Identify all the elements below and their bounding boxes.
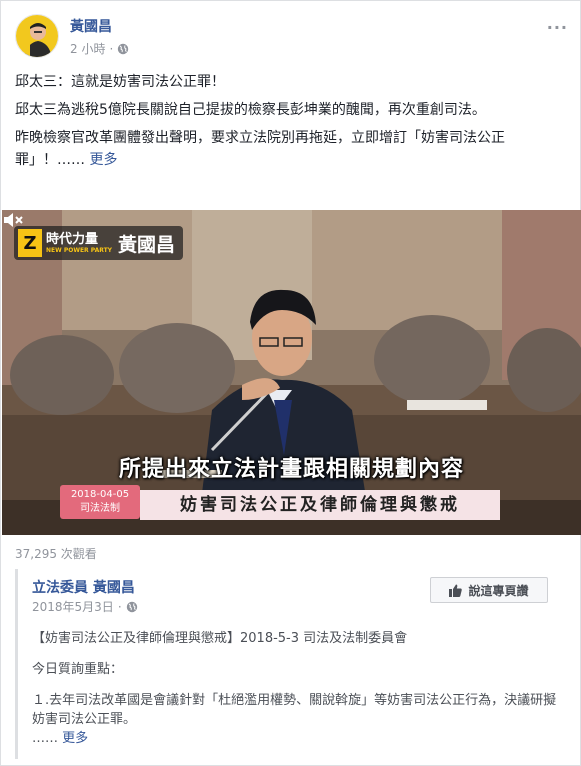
globe-icon	[118, 43, 129, 54]
post-paragraph: 邱太三為逃稅5億院長關說自己提拔的檢察長彭坤業的醜聞，再次重創司法。	[15, 102, 486, 118]
party-name-zh: 時代力量	[46, 231, 99, 247]
shared-paragraph: １.去年司法改革國是會議針對「杜絕濫用權勢、關說斡旋」等妨害司法公正行為，決議研…	[32, 693, 557, 727]
post-header: 黃國昌 2 小時 · ···	[15, 14, 568, 62]
post-author-name[interactable]: 黃國昌	[70, 16, 112, 36]
ellipsis: ……	[32, 731, 58, 746]
video-category: 司法法制	[80, 503, 120, 514]
shared-paragraph: 今日質詢重點：	[32, 662, 124, 677]
party-name-en: NEW POWER PARTY	[46, 246, 113, 254]
video-player[interactable]: Z 時代力量 NEW POWER PARTY 黃國昌 所提出來立法計畫跟相關規劃…	[2, 210, 581, 535]
shared-meta: 2018年5月3日 ·	[32, 598, 138, 615]
post-paragraph: 昨晚檢察官改革團體發出聲明，要求立法院別再拖延，立即增訂「妨害司法公正罪」！………	[15, 127, 560, 171]
post-paragraph: 邱太三：這就是妨害司法公正罪！	[15, 74, 225, 90]
facebook-post-card: 黃國昌 2 小時 · ··· 邱太三：這就是妨害司法公正罪！ 邱太三為逃稅5億院…	[0, 0, 581, 766]
post-body: 邱太三：這就是妨害司法公正罪！ 邱太三為逃稅5億院長關說自己提拔的檢察長彭坤業的…	[15, 71, 560, 177]
shared-paragraph: 【妨害司法公正及律師倫理與懲戒】2018-5-3 司法及法制委員會	[32, 631, 408, 646]
shared-page-name[interactable]: 立法委員 黃國昌	[32, 577, 135, 597]
video-subtitle: 所提出來立法計畫跟相關規劃內容	[118, 457, 464, 482]
thumbs-up-icon	[449, 584, 463, 597]
post-time[interactable]: 2 小時	[70, 40, 105, 57]
party-logo-icon: Z	[18, 229, 42, 257]
shared-date[interactable]: 2018年5月3日	[32, 598, 114, 615]
shared-post: 立法委員 黃國昌 2018年5月3日 · 說這專頁讚 【妨害司法公正及律師倫理與…	[15, 569, 568, 759]
video-date-tag: 2018-04-05 司法法制	[60, 485, 140, 519]
like-page-button[interactable]: 說這專頁讚	[430, 577, 548, 603]
view-count: 37,295 次觀看	[15, 547, 97, 561]
channel-logo: Z 時代力量 NEW POWER PARTY 黃國昌	[14, 226, 184, 260]
video-date: 2018-04-05	[70, 489, 130, 500]
like-page-label: 說這專頁讚	[468, 583, 529, 598]
meta-separator: ·	[109, 41, 114, 56]
legislator-name: 黃國昌	[118, 233, 176, 256]
globe-icon	[126, 601, 137, 612]
see-more-link[interactable]: 更多	[89, 152, 117, 168]
meta-separator: ·	[117, 599, 122, 614]
party-name: 時代力量 NEW POWER PARTY	[46, 232, 112, 255]
shared-paragraph: …… 更多	[32, 729, 557, 748]
shared-body: 【妨害司法公正及律師倫理與懲戒】2018-5-3 司法及法制委員會 今日質詢重點…	[32, 629, 557, 760]
post-meta: 2 小時 ·	[70, 40, 129, 57]
video-topic-banner: 妨害司法公正及律師倫理與懲戒	[140, 490, 500, 520]
speaker-muted-icon[interactable]	[2, 210, 24, 230]
avatar[interactable]	[15, 14, 59, 58]
see-more-link[interactable]: 更多	[62, 731, 88, 746]
post-options-button[interactable]: ···	[547, 18, 568, 37]
